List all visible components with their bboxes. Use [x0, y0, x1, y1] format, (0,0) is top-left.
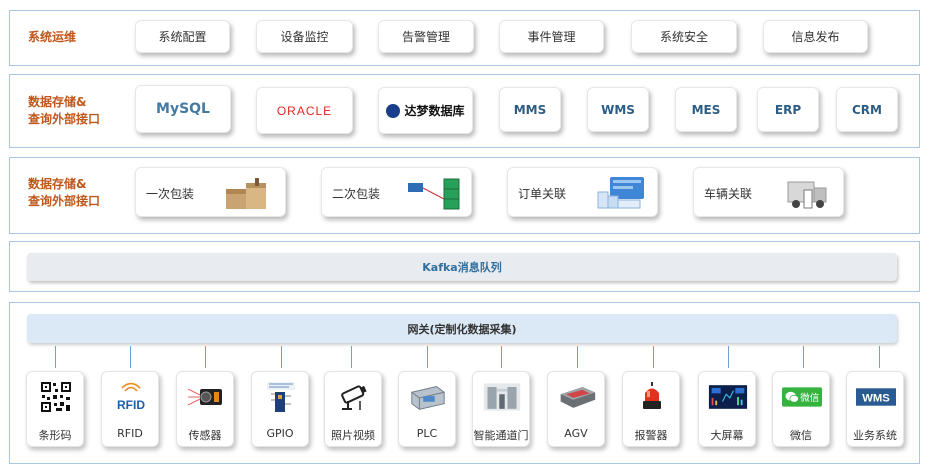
device-label: 微信: [790, 429, 812, 442]
oracle-logo: ORACLE: [276, 103, 333, 118]
big-screen-icon: [708, 380, 748, 414]
device-sensor[interactable]: 传感器: [176, 371, 234, 447]
wechat-icon: 微信: [782, 380, 822, 414]
device-label: RFID: [117, 427, 143, 440]
association-label: 数据存储& 查询外部接口: [28, 177, 101, 208]
alarm-management-button[interactable]: 告警管理: [378, 20, 474, 53]
mms-label: MMS: [513, 102, 547, 117]
system-security-label: 系统安全: [659, 30, 708, 44]
gate-icon: [482, 380, 522, 414]
device-plc[interactable]: PLC: [398, 371, 456, 447]
wms-label: WMS: [601, 102, 635, 117]
erp-label: ERP: [774, 102, 802, 117]
mysql-logo-card[interactable]: MySQL: [135, 85, 231, 133]
device-label: 报警器: [634, 429, 668, 442]
connector-line: [55, 346, 56, 368]
device-label: PLC: [416, 427, 438, 440]
device-label: 条形码: [38, 429, 72, 442]
mysql-logo: MySQL: [156, 101, 210, 117]
device-monitor-button[interactable]: 设备监控: [256, 20, 353, 53]
sensor-icon: [186, 380, 226, 414]
device-wechat[interactable]: 微信 微信: [772, 371, 830, 447]
order-association-card[interactable]: 订单关联: [507, 167, 658, 217]
order-association-label: 订单关联: [518, 187, 567, 201]
connector-line: [427, 346, 428, 368]
connector-line: [879, 346, 880, 368]
connector-line: [577, 346, 578, 368]
device-big-screen[interactable]: 大屏幕: [698, 371, 756, 447]
device-label: 传感器: [188, 429, 222, 442]
secondary-packaging-label: 二次包装: [332, 187, 381, 201]
storage-label: 数据存储& 查询外部接口: [28, 95, 101, 126]
device-label: AGV: [564, 427, 588, 440]
gateway-label: 网关(定制化数据采集): [407, 322, 517, 336]
event-management-button[interactable]: 事件管理: [499, 20, 604, 53]
boxes-icon: [226, 178, 266, 209]
dameng-logo-card[interactable]: 达梦数据库: [378, 87, 473, 134]
event-management-label: 事件管理: [527, 30, 576, 44]
info-publish-button[interactable]: 信息发布: [763, 20, 868, 53]
oracle-logo-card[interactable]: ORACLE: [256, 87, 353, 134]
connector-line: [501, 346, 502, 368]
device-camera[interactable]: 照片视频: [324, 371, 382, 447]
wms-icon: WMS: [856, 380, 896, 414]
connector-line: [728, 346, 729, 368]
mes-label: MES: [691, 102, 721, 117]
rfid-icon: RFID: [111, 380, 151, 414]
device-label: 大屏幕: [710, 429, 744, 442]
truck-icon: [787, 181, 827, 209]
erp-button[interactable]: ERP: [757, 87, 819, 132]
wechat-logo-text: 微信: [800, 392, 820, 404]
connector-line: [351, 346, 352, 368]
device-label: 智能通道门: [473, 429, 529, 442]
rfid-logo-text: RFID: [117, 398, 145, 412]
crm-label: CRM: [852, 102, 882, 117]
gateway-bar: 网关(定制化数据采集): [27, 314, 897, 343]
ops-label: 系统运维: [28, 30, 77, 44]
connector-line: [281, 346, 282, 368]
device-alarm[interactable]: 报警器: [622, 371, 680, 447]
info-publish-label: 信息发布: [791, 30, 840, 44]
vehicle-association-card[interactable]: 车辆关联: [693, 167, 844, 217]
pallet-link-icon: [408, 178, 460, 210]
device-gpio[interactable]: GPIO: [251, 371, 309, 447]
alarm-icon: [632, 380, 672, 414]
system-security-button[interactable]: 系统安全: [631, 20, 737, 53]
kafka-queue-label: Kafka消息队列: [422, 261, 502, 274]
primary-packaging-label: 一次包装: [146, 187, 195, 201]
device-agv[interactable]: AGV: [547, 371, 605, 447]
wms-button[interactable]: WMS: [587, 87, 649, 132]
qr-code-icon: [36, 380, 76, 414]
primary-packaging-card[interactable]: 一次包装: [135, 167, 286, 217]
plc-icon: [408, 380, 448, 414]
kafka-queue-bar: Kafka消息队列: [27, 253, 897, 281]
dameng-logo-icon: [386, 103, 401, 118]
vehicle-association-label: 车辆关联: [704, 187, 753, 201]
device-rfid[interactable]: RFID RFID: [101, 371, 159, 447]
mms-button[interactable]: MMS: [499, 87, 561, 132]
crm-button[interactable]: CRM: [836, 87, 898, 132]
device-business-system[interactable]: WMS 业务系统: [846, 371, 904, 447]
secondary-packaging-card[interactable]: 二次包装: [321, 167, 472, 217]
connector-line: [130, 346, 131, 368]
device-label: 照片视频: [331, 429, 375, 442]
device-monitor-label: 设备监控: [280, 30, 329, 44]
gpio-board-icon: [261, 380, 301, 414]
system-config-label: 系统配置: [158, 30, 207, 44]
mes-button[interactable]: MES: [675, 87, 737, 132]
wms-logo-text: WMS: [862, 392, 890, 404]
dameng-logo: 达梦数据库: [404, 104, 465, 118]
device-label: GPIO: [266, 427, 294, 440]
system-config-button[interactable]: 系统配置: [135, 20, 230, 53]
device-smart-gate[interactable]: 智能通道门: [472, 371, 530, 447]
connector-line: [653, 346, 654, 368]
agv-icon: [557, 380, 597, 414]
camera-icon: [334, 380, 374, 414]
connector-line: [803, 346, 804, 368]
device-label: 业务系统: [853, 429, 897, 442]
order-data-icon: [597, 177, 644, 209]
alarm-management-label: 告警管理: [401, 30, 450, 44]
device-barcode[interactable]: 条形码: [26, 371, 84, 447]
connector-line: [205, 346, 206, 368]
